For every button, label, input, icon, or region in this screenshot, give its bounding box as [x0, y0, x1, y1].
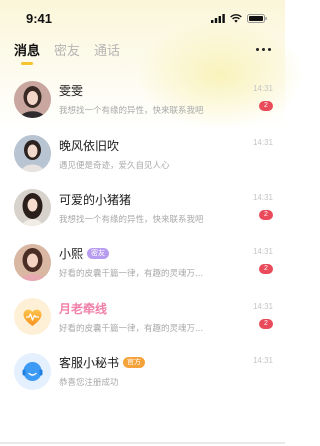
tab-messages[interactable]: 消息 [14, 40, 40, 65]
conversation-time: 14:31 [252, 301, 273, 311]
conversation-list: 雯雯 我想找一个有缘的异性，快来联系我吧 14:31 2 晚风依旧吹 遇见便是奇… [0, 72, 285, 398]
user-avatar[interactable] [14, 243, 51, 281]
conversation-item[interactable]: 可爱的小猪猪 我想找一个有缘的异性，快来联系我吧 14:31 2 [0, 181, 285, 235]
conversation-name: 小熙 [59, 247, 84, 262]
conversation-time: 14:31 [252, 247, 273, 257]
more-dot-icon [262, 48, 265, 51]
conversation-time: 14:31 [252, 138, 273, 148]
more-dot-icon [268, 48, 271, 51]
conversation-preview: 好看的皮囊千篇一律，有趣的灵魂万... [59, 323, 204, 334]
tab-close-friends[interactable]: 密友 [54, 40, 80, 65]
conversation-item[interactable]: 雯雯 我想找一个有缘的异性，快来联系我吧 14:31 2 [0, 72, 285, 126]
user-photo-icon [14, 243, 51, 281]
user-avatar[interactable] [14, 189, 51, 227]
tab-messages-label: 消息 [14, 44, 41, 59]
conversation-time: 14:31 [252, 84, 273, 93]
active-tab-indicator [21, 62, 33, 65]
matchmaker-avatar[interactable] [14, 298, 51, 336]
user-photo-icon [14, 80, 51, 118]
unread-count-badge: 2 [259, 209, 273, 220]
more-dot-icon [256, 48, 259, 51]
tab-close-friends-label: 密友 [54, 44, 81, 59]
conversation-preview: 遇见便是奇迹，爱久自见人心 [59, 160, 170, 171]
conversation-name: 月老牵线 [59, 301, 108, 316]
status-time: 9:41 [26, 10, 53, 26]
conversation-preview: 好看的皮囊千篇一律，有趣的灵魂万... [59, 269, 204, 280]
conversation-time: 14:31 [252, 192, 273, 202]
unread-count-badge: 2 [259, 264, 273, 275]
conversation-name: 可爱的小猪猪 [59, 192, 132, 207]
conversation-preview: 我想找一个有缘的异性，快来联系我吧 [59, 214, 204, 225]
status-bar: 9:41 [0, 0, 285, 36]
conversation-preview: 我想找一个有缘的异性，快来联系我吧 [59, 106, 204, 117]
conversation-name: 客服小秘书 [59, 356, 120, 371]
conversation-item[interactable]: 晚风依旧吹 遇见便是奇迹，爱久自见人心 14:31 [0, 126, 285, 180]
conversation-name: 雯雯 [59, 84, 84, 99]
conversation-name: 晚风依旧吹 [59, 138, 120, 153]
conversation-item[interactable]: 小熙 密友 好看的皮囊千篇一律，有趣的灵魂万... 14:31 2 [0, 235, 285, 289]
tab-calls-label: 通话 [94, 44, 121, 59]
conversation-item[interactable]: 客服小秘书 官方 恭喜您注册成功 14:31 [0, 344, 285, 398]
battery-icon [247, 13, 267, 23]
signal-icon [211, 13, 225, 23]
tab-calls[interactable]: 通话 [94, 40, 120, 65]
user-avatar[interactable] [14, 80, 51, 118]
message-tabs: 消息 密友 通话 [14, 40, 120, 65]
user-photo-icon [14, 189, 51, 227]
wifi-icon [230, 13, 242, 23]
unread-count-badge: 2 [259, 101, 273, 111]
heart-icon [23, 309, 42, 327]
status-icons [211, 13, 267, 23]
unread-count-badge: 2 [259, 318, 273, 329]
customer-service-avatar[interactable] [14, 352, 51, 390]
conversation-time: 14:31 [252, 355, 273, 365]
headset-icon [22, 361, 43, 381]
conversation-preview: 恭喜您注册成功 [59, 378, 119, 389]
bottom-divider [0, 442, 285, 444]
conversation-item[interactable]: 月老牵线 好看的皮囊千篇一律，有趣的灵魂万... 14:31 2 [0, 290, 285, 344]
official-tag: 官方 [123, 357, 146, 369]
more-options-button[interactable] [256, 48, 271, 51]
close-friend-tag: 密友 [87, 248, 110, 260]
user-photo-icon [14, 135, 51, 173]
user-avatar[interactable] [14, 135, 51, 173]
